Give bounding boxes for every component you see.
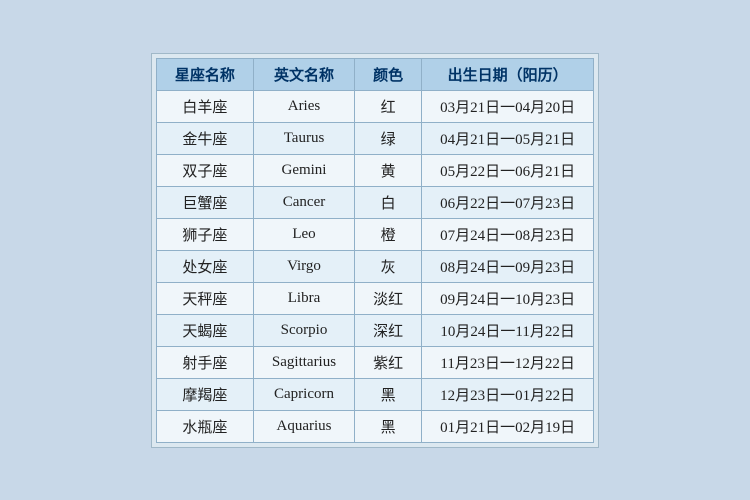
cell-chinese-name: 金牛座 bbox=[156, 122, 253, 154]
cell-color: 红 bbox=[355, 90, 422, 122]
cell-color: 白 bbox=[355, 186, 422, 218]
table-row: 天蝎座Scorpio深红10月24日一11月22日 bbox=[156, 314, 593, 346]
table-body: 白羊座Aries红03月21日一04月20日金牛座Taurus绿04月21日一0… bbox=[156, 90, 593, 442]
cell-color: 绿 bbox=[355, 122, 422, 154]
table-row: 巨蟹座Cancer白06月22日一07月23日 bbox=[156, 186, 593, 218]
cell-english-name: Taurus bbox=[253, 122, 354, 154]
cell-color: 黄 bbox=[355, 154, 422, 186]
cell-color: 灰 bbox=[355, 250, 422, 282]
header-color: 颜色 bbox=[355, 58, 422, 90]
table-row: 白羊座Aries红03月21日一04月20日 bbox=[156, 90, 593, 122]
table-row: 双子座Gemini黄05月22日一06月21日 bbox=[156, 154, 593, 186]
cell-dates: 12月23日一01月22日 bbox=[422, 378, 594, 410]
cell-english-name: Leo bbox=[253, 218, 354, 250]
table-row: 摩羯座Capricorn黑12月23日一01月22日 bbox=[156, 378, 593, 410]
cell-chinese-name: 天蝎座 bbox=[156, 314, 253, 346]
table-row: 天秤座Libra淡红09月24日一10月23日 bbox=[156, 282, 593, 314]
table-row: 金牛座Taurus绿04月21日一05月21日 bbox=[156, 122, 593, 154]
zodiac-table: 星座名称 英文名称 颜色 出生日期（阳历） 白羊座Aries红03月21日一04… bbox=[156, 58, 594, 443]
cell-chinese-name: 处女座 bbox=[156, 250, 253, 282]
cell-dates: 08月24日一09月23日 bbox=[422, 250, 594, 282]
cell-dates: 06月22日一07月23日 bbox=[422, 186, 594, 218]
table-row: 水瓶座Aquarius黑01月21日一02月19日 bbox=[156, 410, 593, 442]
cell-chinese-name: 白羊座 bbox=[156, 90, 253, 122]
cell-chinese-name: 水瓶座 bbox=[156, 410, 253, 442]
cell-chinese-name: 射手座 bbox=[156, 346, 253, 378]
cell-color: 黑 bbox=[355, 410, 422, 442]
cell-english-name: Virgo bbox=[253, 250, 354, 282]
cell-english-name: Capricorn bbox=[253, 378, 354, 410]
cell-dates: 11月23日一12月22日 bbox=[422, 346, 594, 378]
table-row: 狮子座Leo橙07月24日一08月23日 bbox=[156, 218, 593, 250]
table-row: 射手座Sagittarius紫红11月23日一12月22日 bbox=[156, 346, 593, 378]
header-dates: 出生日期（阳历） bbox=[422, 58, 594, 90]
cell-dates: 07月24日一08月23日 bbox=[422, 218, 594, 250]
cell-english-name: Scorpio bbox=[253, 314, 354, 346]
cell-dates: 03月21日一04月20日 bbox=[422, 90, 594, 122]
cell-chinese-name: 狮子座 bbox=[156, 218, 253, 250]
cell-english-name: Sagittarius bbox=[253, 346, 354, 378]
table-header-row: 星座名称 英文名称 颜色 出生日期（阳历） bbox=[156, 58, 593, 90]
cell-english-name: Libra bbox=[253, 282, 354, 314]
cell-color: 淡红 bbox=[355, 282, 422, 314]
header-chinese-name: 星座名称 bbox=[156, 58, 253, 90]
cell-dates: 10月24日一11月22日 bbox=[422, 314, 594, 346]
table-row: 处女座Virgo灰08月24日一09月23日 bbox=[156, 250, 593, 282]
cell-chinese-name: 双子座 bbox=[156, 154, 253, 186]
cell-color: 深红 bbox=[355, 314, 422, 346]
cell-color: 紫红 bbox=[355, 346, 422, 378]
cell-dates: 04月21日一05月21日 bbox=[422, 122, 594, 154]
cell-color: 黑 bbox=[355, 378, 422, 410]
cell-dates: 01月21日一02月19日 bbox=[422, 410, 594, 442]
zodiac-table-container: 星座名称 英文名称 颜色 出生日期（阳历） 白羊座Aries红03月21日一04… bbox=[151, 53, 599, 448]
cell-english-name: Aries bbox=[253, 90, 354, 122]
cell-dates: 05月22日一06月21日 bbox=[422, 154, 594, 186]
cell-color: 橙 bbox=[355, 218, 422, 250]
cell-dates: 09月24日一10月23日 bbox=[422, 282, 594, 314]
cell-english-name: Cancer bbox=[253, 186, 354, 218]
cell-english-name: Aquarius bbox=[253, 410, 354, 442]
header-english-name: 英文名称 bbox=[253, 58, 354, 90]
cell-chinese-name: 摩羯座 bbox=[156, 378, 253, 410]
cell-chinese-name: 天秤座 bbox=[156, 282, 253, 314]
cell-english-name: Gemini bbox=[253, 154, 354, 186]
cell-chinese-name: 巨蟹座 bbox=[156, 186, 253, 218]
